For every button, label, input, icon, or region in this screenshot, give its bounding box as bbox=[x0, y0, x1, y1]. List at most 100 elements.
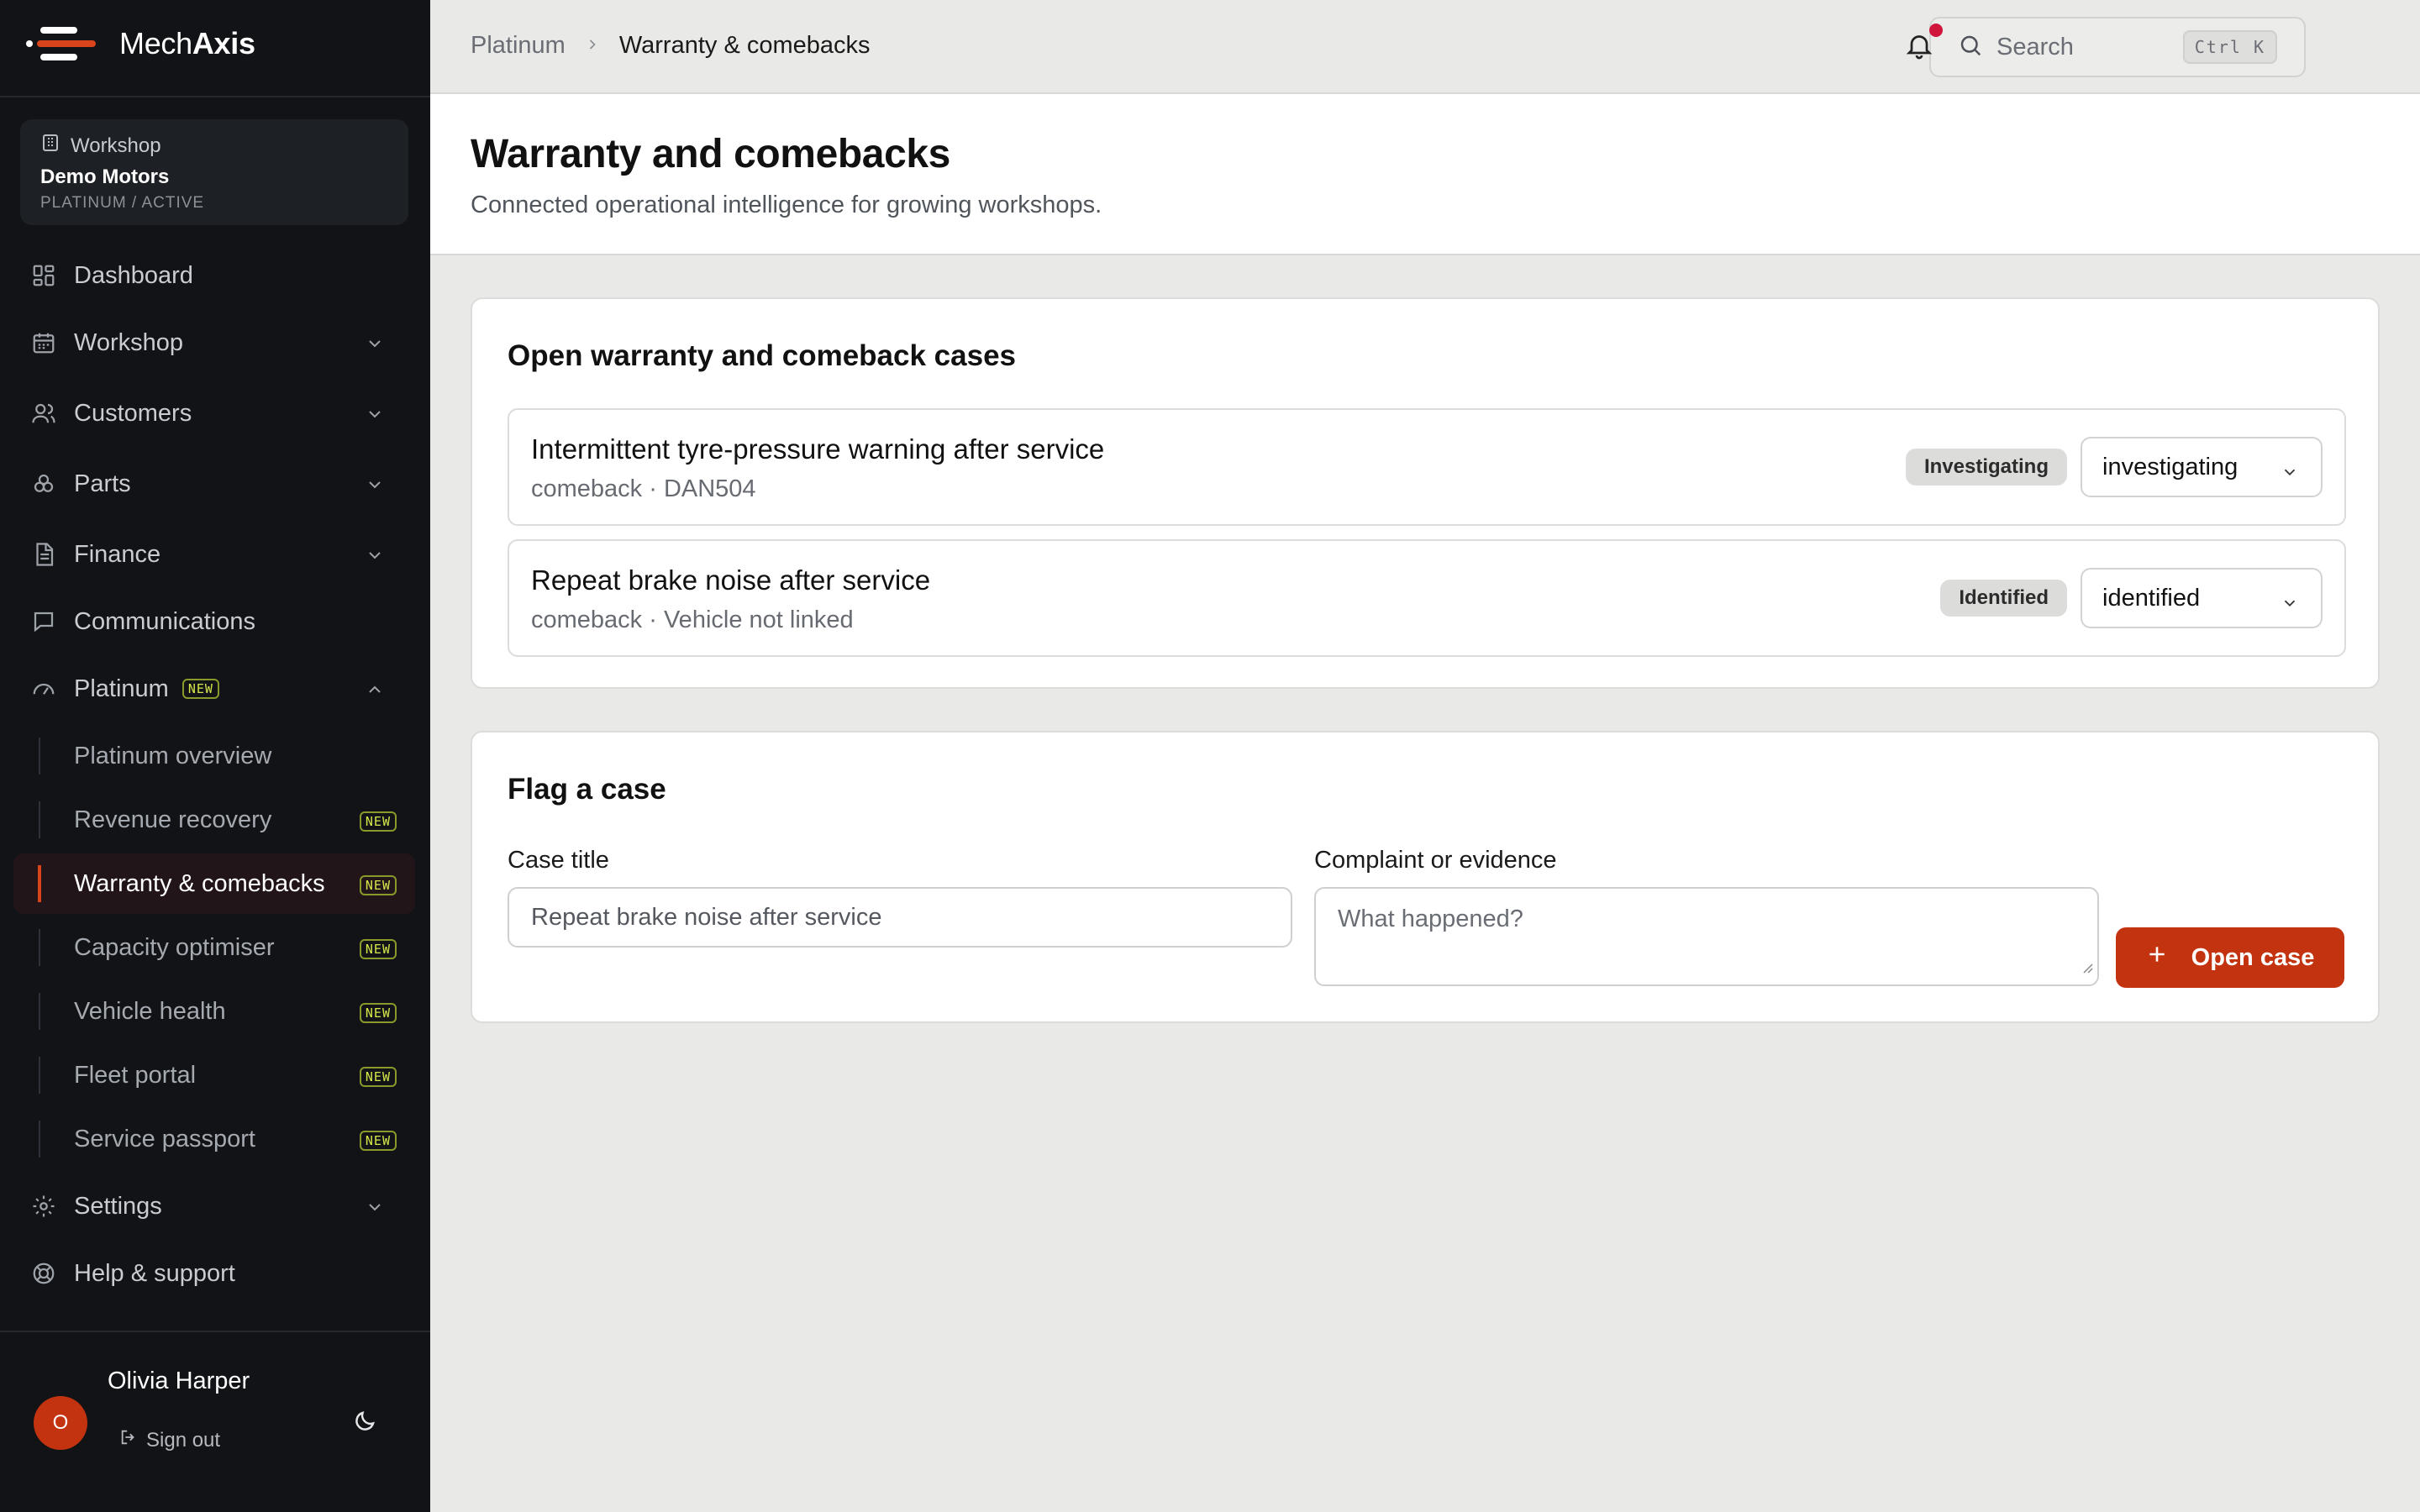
tree-rail bbox=[39, 1121, 40, 1158]
workshop-name: Demo Motors bbox=[40, 165, 170, 188]
sidebar-item-label: Fleet portal bbox=[74, 1061, 197, 1089]
chevron-down-icon bbox=[2281, 591, 2299, 619]
case-title-input[interactable]: Repeat brake noise after service bbox=[508, 887, 1292, 948]
nav-workshop[interactable]: Workshop bbox=[13, 312, 415, 373]
case-meta: comeback · DAN504 bbox=[531, 475, 756, 502]
tree-rail bbox=[39, 993, 40, 1030]
new-badge: NEW bbox=[359, 939, 397, 959]
dashboard-grid-icon bbox=[30, 262, 57, 289]
nav-platinum[interactable]: Platinum NEW bbox=[13, 659, 415, 719]
nav-parts[interactable]: Parts bbox=[13, 454, 415, 514]
nav-platinum-label: Platinum bbox=[74, 675, 169, 702]
nav-settings-label: Settings bbox=[74, 1192, 162, 1220]
building-icon bbox=[40, 133, 60, 159]
sidebar-item-vehicle-health[interactable]: Vehicle health NEW bbox=[13, 981, 415, 1042]
breadcrumb-current: Warranty & comebacks bbox=[618, 32, 871, 59]
open-cases-card: Open warranty and comeback cases Intermi… bbox=[471, 297, 2380, 689]
complaint-label: Complaint or evidence bbox=[1314, 847, 1557, 874]
nav-dashboard-label: Dashboard bbox=[74, 261, 193, 289]
sidebar-item-capacity-optimiser[interactable]: Capacity optimiser NEW bbox=[13, 917, 415, 978]
nav-help-label: Help & support bbox=[74, 1259, 235, 1287]
new-badge: NEW bbox=[359, 1067, 397, 1087]
workshop-status: PLATINUM / ACTIVE bbox=[40, 194, 205, 212]
page-header: Warranty and comebacks Connected operati… bbox=[430, 94, 2420, 255]
sidebar-item-warranty-comebacks[interactable]: Warranty & comebacks NEW bbox=[13, 853, 415, 914]
sidebar-item-label: Warranty & comebacks bbox=[74, 869, 325, 897]
status-badge: Investigating bbox=[1905, 449, 2067, 486]
case-row[interactable]: Intermittent tyre-pressure warning after… bbox=[508, 408, 2346, 526]
status-select[interactable]: investigating bbox=[2081, 437, 2323, 497]
chevron-up-icon bbox=[365, 679, 385, 706]
page-subtitle: Connected operational intelligence for g… bbox=[471, 192, 1102, 218]
status-select-value: identified bbox=[2102, 584, 2201, 612]
nav-customers-label: Customers bbox=[74, 399, 192, 427]
nav-dashboard[interactable]: Dashboard bbox=[13, 245, 415, 306]
theme-toggle[interactable] bbox=[350, 1408, 380, 1438]
chevron-down-icon bbox=[365, 544, 385, 572]
sidebar: MechAxis Workshop Demo Motors PLATINUM /… bbox=[0, 0, 430, 1512]
workshop-label-row: Workshop bbox=[40, 133, 388, 159]
gauge-icon bbox=[30, 675, 57, 702]
new-badge: NEW bbox=[359, 1003, 397, 1023]
sidebar-item-service-passport[interactable]: Service passport NEW bbox=[13, 1109, 415, 1169]
status-badge: Identified bbox=[1940, 580, 2067, 617]
new-badge: NEW bbox=[182, 679, 219, 699]
brand[interactable]: MechAxis bbox=[25, 22, 255, 66]
search-input[interactable]: Search Ctrl K bbox=[1929, 17, 2306, 77]
avatar[interactable]: O bbox=[34, 1396, 87, 1450]
sidebar-item-fleet-portal[interactable]: Fleet portal NEW bbox=[13, 1045, 415, 1105]
tree-rail bbox=[39, 738, 40, 774]
new-badge: NEW bbox=[359, 875, 397, 895]
nav-settings[interactable]: Settings bbox=[13, 1176, 415, 1236]
lifebuoy-icon bbox=[30, 1260, 57, 1287]
chevron-down-icon bbox=[365, 474, 385, 501]
parts-icon bbox=[30, 470, 57, 497]
moon-icon bbox=[352, 1409, 377, 1438]
nav-workshop-label: Workshop bbox=[74, 328, 184, 356]
calendar-icon bbox=[30, 329, 57, 356]
sign-out-link[interactable]: Sign out bbox=[119, 1428, 220, 1452]
case-row[interactable]: Repeat brake noise after service comebac… bbox=[508, 539, 2346, 657]
card-title: Open warranty and comeback cases bbox=[508, 339, 1016, 372]
nav-parts-label: Parts bbox=[74, 470, 131, 497]
tree-rail bbox=[39, 801, 40, 838]
sidebar-item-label: Platinum overview bbox=[74, 742, 272, 769]
sign-out-label: Sign out bbox=[146, 1428, 221, 1452]
workshop-switcher[interactable]: Workshop Demo Motors PLATINUM / ACTIVE bbox=[20, 119, 408, 225]
chevron-right-icon bbox=[584, 32, 601, 60]
open-case-button[interactable]: Open case bbox=[2116, 927, 2344, 988]
case-title-label: Case title bbox=[508, 847, 609, 874]
breadcrumb-parent[interactable]: Platinum bbox=[471, 32, 566, 60]
nav-finance[interactable]: Finance bbox=[13, 524, 415, 585]
sidebar-item-platinum-overview[interactable]: Platinum overview bbox=[13, 726, 415, 786]
users-icon bbox=[30, 400, 57, 427]
complaint-textarea[interactable]: What happened? bbox=[1314, 887, 2099, 986]
chat-icon bbox=[30, 608, 57, 635]
sidebar-item-label: Vehicle health bbox=[74, 997, 226, 1025]
new-badge: NEW bbox=[359, 811, 397, 832]
brand-logo-icon bbox=[25, 25, 101, 62]
nav-finance-label: Finance bbox=[74, 540, 161, 568]
nav-communications[interactable]: Communications bbox=[13, 591, 415, 652]
new-badge: NEW bbox=[359, 1131, 397, 1151]
gear-icon bbox=[30, 1193, 57, 1220]
page-title: Warranty and comebacks bbox=[471, 132, 950, 176]
nav-customers[interactable]: Customers bbox=[13, 383, 415, 444]
search-shortcut: Ctrl K bbox=[2182, 30, 2277, 64]
status-select-value: investigating bbox=[2102, 453, 2238, 480]
nav-help-support[interactable]: Help & support bbox=[13, 1243, 415, 1304]
top-bar: Platinum Warranty & comebacks Search Ctr… bbox=[430, 0, 2420, 94]
status-select[interactable]: identified bbox=[2081, 568, 2323, 628]
brand-name: MechAxis bbox=[119, 26, 255, 60]
user-name: Olivia Harper bbox=[108, 1368, 250, 1394]
resize-grip-icon[interactable] bbox=[2081, 953, 2094, 981]
active-indicator bbox=[38, 865, 41, 902]
open-case-label: Open case bbox=[2191, 943, 2315, 971]
chevron-down-icon bbox=[365, 1196, 385, 1224]
document-icon bbox=[30, 541, 57, 568]
notification-dot bbox=[1929, 24, 1943, 37]
tree-rail bbox=[39, 929, 40, 966]
chevron-down-icon bbox=[365, 333, 385, 360]
sidebar-item-label: Revenue recovery bbox=[74, 806, 272, 833]
sidebar-item-revenue-recovery[interactable]: Revenue recovery NEW bbox=[13, 790, 415, 850]
